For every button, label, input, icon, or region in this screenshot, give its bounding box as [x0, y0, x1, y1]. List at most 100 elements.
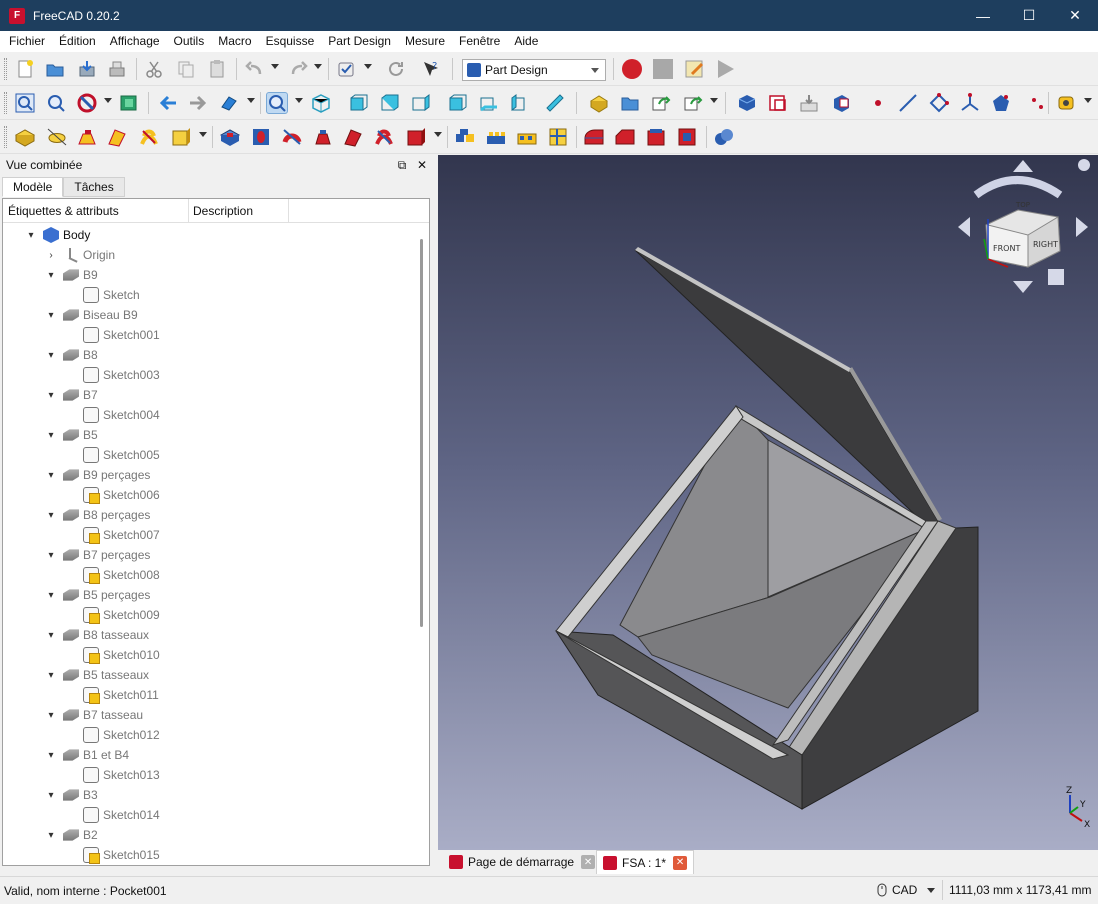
boolean-icon[interactable]	[713, 126, 735, 148]
tab-taches[interactable]: Tâches	[63, 177, 125, 197]
view-right-icon[interactable]	[409, 92, 431, 114]
tab-page-demarrage[interactable]: Page de démarrage ✕	[443, 850, 601, 874]
expand-arrow-icon[interactable]: ▾	[45, 469, 57, 481]
tree-item-sketch[interactable]: Sketch	[65, 285, 140, 305]
tree-item-feature[interactable]: ▾ B5 tasseaux	[45, 665, 149, 685]
navcube-view-menu-icon[interactable]	[1048, 269, 1064, 285]
view-top-icon[interactable]	[378, 92, 400, 114]
create-group-icon[interactable]	[619, 92, 641, 114]
tree-item-feature[interactable]: ▾ B7 tasseau	[45, 705, 143, 725]
toolbar-grip[interactable]	[4, 126, 7, 148]
polar-pattern-icon[interactable]	[516, 126, 538, 148]
open-folder-icon[interactable]	[44, 58, 66, 80]
tree-item-feature[interactable]: ▾ B9	[45, 265, 97, 285]
measure-dropdown-icon[interactable]	[1084, 98, 1092, 103]
tree-item-sketch[interactable]: Sketch008	[65, 565, 160, 585]
navcube-rotate-arrow-icon[interactable]	[973, 176, 1063, 199]
close-tab-icon[interactable]: ✕	[673, 855, 688, 870]
refresh-check-icon[interactable]	[335, 58, 357, 80]
tree-item-feature[interactable]: › Origin	[45, 245, 115, 265]
additive-helix-icon[interactable]	[138, 126, 160, 148]
create-sketch-icon[interactable]	[767, 92, 789, 114]
subtractive-primitive-dropdown-icon[interactable]	[434, 132, 442, 137]
tree-item-sketch[interactable]: Sketch003	[65, 365, 160, 385]
pad-icon[interactable]	[14, 126, 36, 148]
tree-item-feature[interactable]: ▾ B9 perçages	[45, 465, 150, 485]
undo-icon[interactable]	[244, 58, 266, 80]
multi-transform-icon[interactable]	[547, 126, 569, 148]
groove-icon[interactable]	[281, 126, 303, 148]
clone-icon[interactable]	[1026, 92, 1048, 114]
navcube-arrow-up-icon[interactable]	[1013, 160, 1033, 172]
tree-item-feature[interactable]: ▾ B8	[45, 345, 97, 365]
view-bottom-icon[interactable]	[477, 92, 499, 114]
whats-this-icon[interactable]: ?	[420, 58, 442, 80]
sync-view-dropdown-icon[interactable]	[247, 98, 255, 103]
view-dropdown-icon[interactable]	[295, 98, 303, 103]
tree-item-sketch[interactable]: Sketch011	[65, 685, 159, 705]
navigation-style-selector[interactable]: CAD	[876, 880, 938, 900]
draft-icon[interactable]	[645, 126, 667, 148]
tree-item-sketch[interactable]: Sketch005	[65, 445, 160, 465]
collapse-arrow-icon[interactable]: ›	[45, 249, 57, 261]
tree-item-sketch[interactable]: Sketch007	[65, 525, 160, 545]
tree-item-feature[interactable]: ▾ B8 tasseaux	[45, 625, 149, 645]
tree-item-sketch[interactable]: Sketch013	[65, 765, 160, 785]
tree-item-feature[interactable]: ▾ B2	[45, 825, 97, 845]
expand-arrow-icon[interactable]: ▾	[45, 749, 57, 761]
tree-item-sketch[interactable]: Sketch006	[65, 485, 160, 505]
close-button[interactable]: ✕	[1052, 0, 1098, 31]
menu-edition[interactable]: Édition	[52, 31, 103, 52]
expand-arrow-icon[interactable]: ▾	[45, 709, 57, 721]
tree-item-sketch[interactable]: Sketch014	[65, 805, 160, 825]
tree-item-sketch[interactable]: Sketch012	[65, 725, 160, 745]
expand-arrow-icon[interactable]: ▾	[45, 549, 57, 561]
3d-viewport[interactable]: FRONT RIGHT TOP Z X Y	[438, 155, 1098, 850]
macro-edit-icon[interactable]	[684, 58, 706, 80]
navcube-menu-icon[interactable]	[1078, 159, 1090, 171]
tree-item-feature[interactable]: ▾ B8 perçages	[45, 505, 150, 525]
cut-icon[interactable]	[143, 58, 165, 80]
expand-arrow-icon[interactable]: ▾	[45, 829, 57, 841]
datum-point-icon[interactable]	[867, 92, 889, 114]
column-header-labels[interactable]: Étiquettes & attributs	[8, 204, 119, 218]
expand-arrow-icon[interactable]: ▾	[45, 669, 57, 681]
sync-view-icon[interactable]	[218, 92, 240, 114]
tree-item-feature[interactable]: ▾ B5	[45, 425, 97, 445]
pocket-icon[interactable]	[219, 126, 241, 148]
validate-sketch-icon[interactable]	[798, 92, 820, 114]
link-actions-icon[interactable]	[682, 92, 704, 114]
copy-icon[interactable]	[175, 58, 197, 80]
tree-item-sketch[interactable]: Sketch001	[65, 325, 160, 345]
subtractive-loft-icon[interactable]	[312, 126, 334, 148]
view-isometric-icon[interactable]	[266, 92, 288, 114]
tree-item-feature[interactable]: ▾ B5 perçages	[45, 585, 150, 605]
menu-fenetre[interactable]: Fenêtre	[452, 31, 507, 52]
toolbar-grip[interactable]	[4, 58, 7, 80]
view-rear-icon[interactable]	[446, 92, 468, 114]
check-dropdown-icon[interactable]	[364, 64, 372, 69]
menu-aide[interactable]: Aide	[507, 31, 545, 52]
tree-item-feature[interactable]: ▾ B7	[45, 385, 97, 405]
column-separator[interactable]	[188, 199, 189, 223]
macro-play-icon[interactable]	[714, 58, 736, 80]
paste-icon[interactable]	[206, 58, 228, 80]
view-front-icon[interactable]	[347, 92, 369, 114]
bounding-box-icon[interactable]	[118, 92, 140, 114]
shape-binder-icon[interactable]	[990, 92, 1012, 114]
thickness-icon[interactable]	[676, 126, 698, 148]
local-coordinate-system-icon[interactable]	[959, 92, 981, 114]
draw-style-dropdown-icon[interactable]	[104, 98, 112, 103]
linear-pattern-icon[interactable]	[485, 126, 507, 148]
body-icon[interactable]	[736, 92, 758, 114]
measure-tape-icon[interactable]	[1056, 92, 1078, 114]
datum-plane-icon[interactable]	[928, 92, 950, 114]
expand-arrow-icon[interactable]: ▾	[45, 789, 57, 801]
tree-item-feature[interactable]: ▾ B7 perçages	[45, 545, 150, 565]
forward-arrow-icon[interactable]	[187, 92, 209, 114]
maximize-button[interactable]: ☐	[1006, 0, 1052, 31]
menu-macro[interactable]: Macro	[211, 31, 258, 52]
menu-affichage[interactable]: Affichage	[103, 31, 167, 52]
column-header-description[interactable]: Description	[193, 204, 253, 218]
minimize-button[interactable]: —	[960, 0, 1006, 31]
